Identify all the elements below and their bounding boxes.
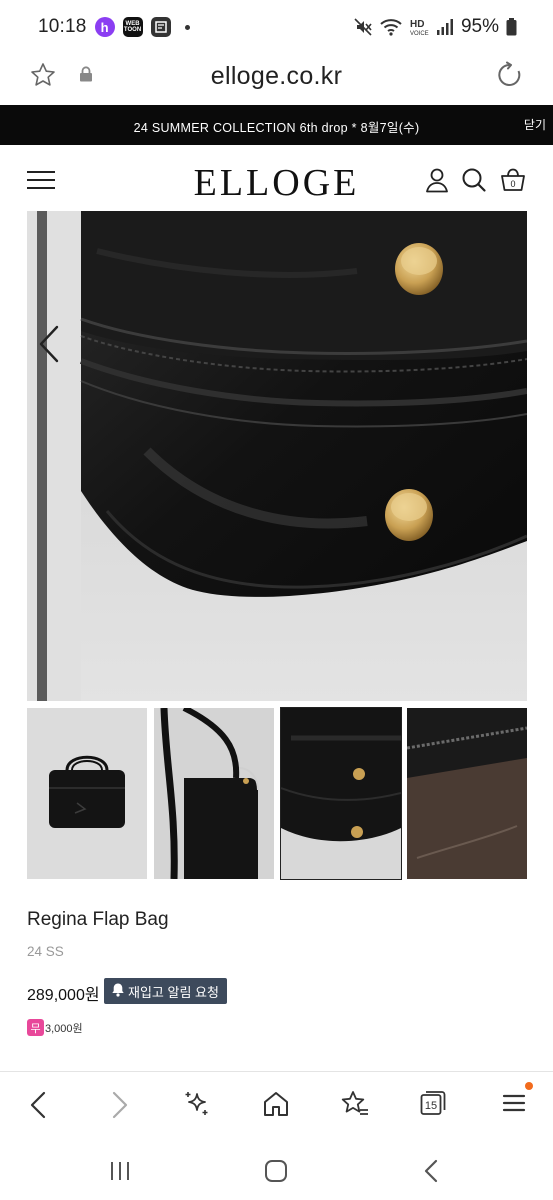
wifi-icon (380, 18, 402, 36)
h-app-icon: h (94, 17, 115, 37)
flag-icon (150, 17, 171, 37)
announcement-banner[interactable]: 24 SUMMER COLLECTION 6th drop * 8월7일(수) … (0, 105, 553, 145)
restock-alert-button[interactable]: 재입고 알림 요청 (104, 978, 227, 1004)
announcement-close-button[interactable]: 닫기 (524, 116, 546, 133)
product-price: 289,000원 (27, 987, 100, 1004)
hd-voice-icon: HD VOICE (409, 17, 429, 37)
gallery-thumbnail-1[interactable] (27, 708, 147, 879)
site-header: ELLOGE 0 (0, 145, 553, 211)
svg-text:HD: HD (410, 19, 424, 30)
product-name: Regina Flap Bag (27, 909, 169, 930)
shipping-fee: 3,000원 (45, 1022, 83, 1035)
browser-forward-icon[interactable] (108, 1090, 132, 1125)
product-season: 24 SS (27, 944, 64, 959)
svg-text:VOICE: VOICE (410, 31, 429, 37)
status-bar: 10:18 h WEB TOON HD VOICE 95% (0, 0, 553, 54)
bookmarks-icon[interactable] (340, 1090, 370, 1123)
browser-menu-icon[interactable] (502, 1090, 526, 1121)
gallery-prev-arrow-icon[interactable] (38, 325, 60, 368)
more-notifications-dot (184, 24, 190, 30)
bell-icon (111, 982, 125, 1000)
gallery-thumbnail-3[interactable] (280, 707, 402, 880)
browser-back-icon[interactable] (26, 1090, 50, 1125)
reload-icon[interactable] (496, 61, 524, 94)
tabs-icon[interactable]: 15 (420, 1090, 446, 1116)
home-button-icon[interactable] (264, 1159, 288, 1188)
account-icon[interactable] (425, 167, 449, 198)
browser-url-bar: elloge.co.kr (0, 54, 553, 104)
restock-alert-label: 재입고 알림 요청 (128, 984, 219, 1000)
product-main-image[interactable] (27, 211, 527, 701)
browser-toolbar: 15 (0, 1071, 553, 1141)
gallery-thumbnail-4[interactable] (407, 708, 527, 879)
announcement-text[interactable]: 24 SUMMER COLLECTION 6th drop * 8월7일(수) (0, 117, 553, 136)
cart-icon[interactable]: 0 (500, 167, 526, 198)
recent-apps-icon[interactable] (108, 1159, 132, 1188)
home-icon[interactable] (262, 1090, 290, 1123)
system-back-icon[interactable] (420, 1159, 444, 1188)
search-icon[interactable] (461, 167, 487, 198)
shipping-info: 무 3,000원 (27, 1019, 83, 1036)
svg-text:0: 0 (510, 179, 515, 189)
battery-percent: 95% (460, 16, 499, 37)
webtoon-icon: WEB TOON (122, 17, 143, 37)
mute-icon (353, 17, 373, 37)
system-nav-bar (0, 1141, 553, 1200)
tabs-count: 15 (424, 1100, 438, 1112)
free-shipping-badge: 무 (27, 1019, 44, 1036)
menu-notification-dot (525, 1082, 533, 1090)
battery-icon (506, 18, 517, 36)
url-text[interactable]: elloge.co.kr (0, 62, 553, 91)
signal-icon (436, 18, 454, 36)
status-time: 10:18 (38, 16, 87, 37)
sparkle-icon[interactable] (184, 1090, 210, 1123)
gallery-thumbnail-2[interactable] (154, 708, 274, 879)
